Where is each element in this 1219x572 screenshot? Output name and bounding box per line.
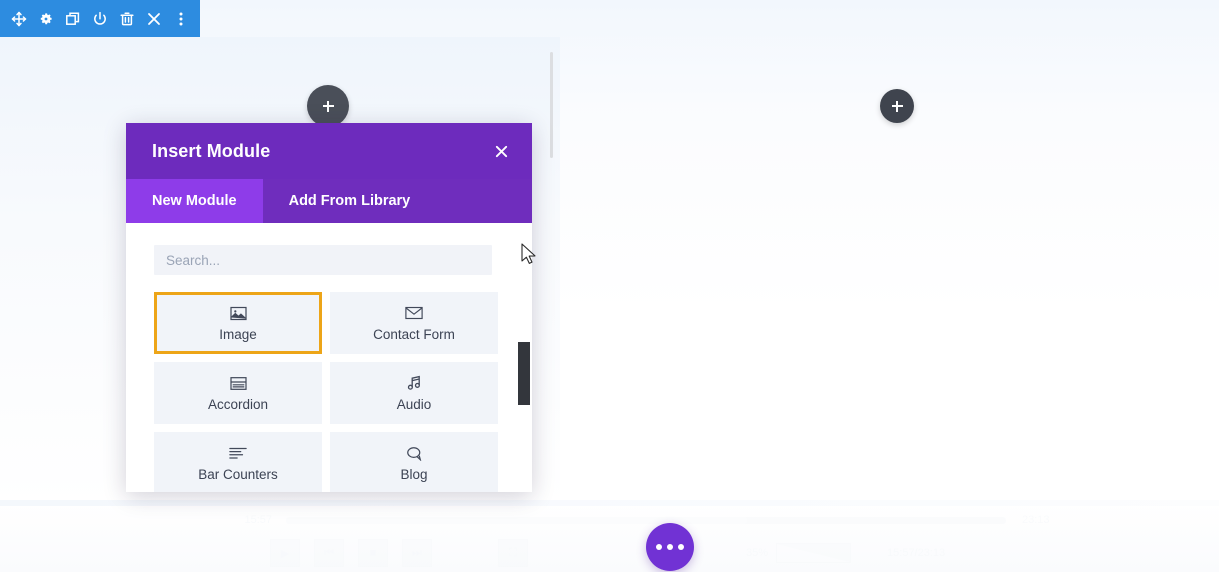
gear-icon[interactable]	[36, 9, 56, 29]
move-icon[interactable]	[9, 9, 29, 29]
module-tile-contact-form[interactable]: Contact Form	[330, 292, 498, 354]
music-note-icon	[406, 375, 422, 392]
module-tile-label: Bar Counters	[198, 466, 278, 482]
add-module-button-left[interactable]	[307, 85, 349, 127]
module-tile-audio[interactable]: Audio	[330, 362, 498, 424]
module-tile-label: Blog	[400, 466, 428, 482]
insert-module-modal: Insert Module New Module Add From Librar…	[126, 123, 532, 492]
modal-body: Image Contact Form Acc	[126, 223, 532, 492]
module-tile-blog[interactable]: Blog	[330, 432, 498, 492]
module-tile-label: Accordion	[207, 396, 269, 412]
module-tile-accordion[interactable]: Accordion	[154, 362, 322, 424]
accordion-icon	[229, 375, 247, 392]
duplicate-icon[interactable]	[63, 9, 83, 29]
module-toolbar	[0, 0, 200, 37]
module-tile-image[interactable]: Image	[154, 292, 322, 354]
module-tile-label: Audio	[396, 396, 432, 412]
close-icon[interactable]	[490, 140, 512, 162]
image-icon	[229, 305, 247, 322]
search-input[interactable]	[154, 245, 492, 275]
add-module-button-right[interactable]	[880, 89, 914, 123]
fab-dot	[678, 544, 684, 550]
more-vertical-icon[interactable]	[171, 9, 191, 29]
module-tile-label: Image	[219, 326, 257, 342]
tab-add-from-library[interactable]: Add From Library	[263, 179, 437, 223]
bars-icon	[229, 445, 247, 462]
modal-scrollbar-thumb[interactable]	[518, 342, 530, 405]
module-tile-label: Contact Form	[373, 326, 455, 342]
page-title: Insert Module	[152, 140, 271, 161]
modal-header: Insert Module	[126, 123, 532, 179]
fab-dot	[656, 544, 662, 550]
tab-new-module[interactable]: New Module	[126, 179, 263, 223]
speech-bubble-icon	[406, 445, 423, 462]
close-icon[interactable]	[144, 9, 164, 29]
envelope-icon	[405, 305, 423, 322]
module-tile-bar-counters[interactable]: Bar Counters	[154, 432, 322, 492]
module-grid: Image Contact Form Accordion Audio Bar C…	[154, 292, 504, 492]
modal-tabs: New Module Add From Library	[126, 179, 532, 223]
fab-dot	[667, 544, 673, 550]
trash-icon[interactable]	[117, 9, 137, 29]
power-icon[interactable]	[90, 9, 110, 29]
canvas-scrollbar[interactable]	[550, 52, 553, 158]
page-settings-fab[interactable]	[646, 523, 694, 571]
